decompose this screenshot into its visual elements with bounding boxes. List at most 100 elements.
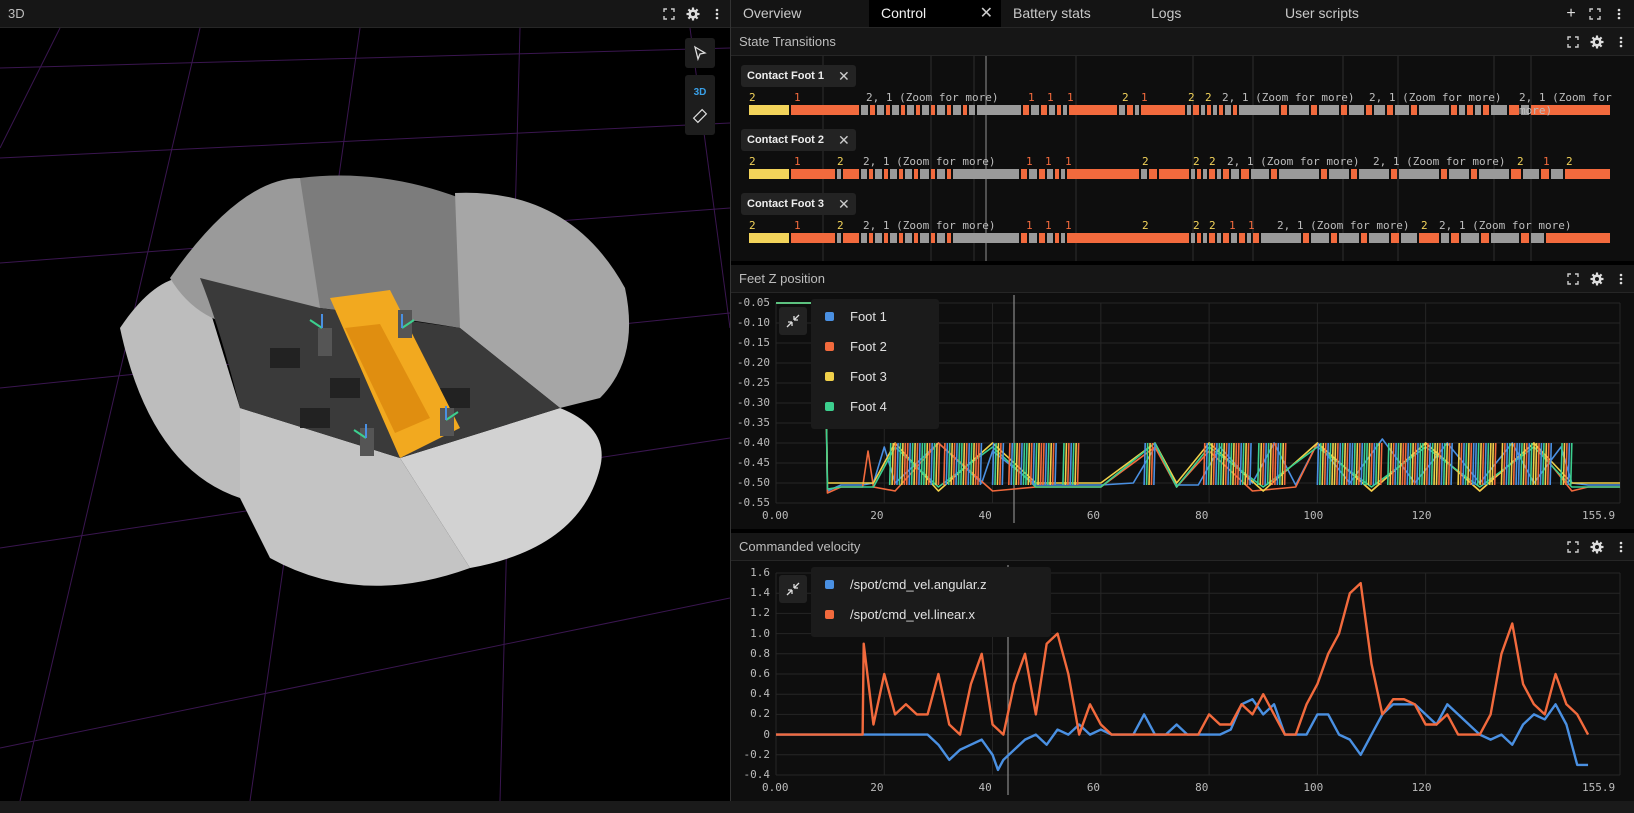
- state-segment: [1209, 169, 1215, 179]
- state-segment: [1067, 169, 1139, 179]
- series-oscillation: [1474, 442, 1478, 486]
- legend-item[interactable]: Foot 2: [825, 339, 887, 354]
- state-label: 1: [1047, 91, 1054, 104]
- state-segment: [869, 233, 873, 243]
- settings-gear-icon[interactable]: [686, 7, 700, 21]
- ruler-icon[interactable]: [692, 108, 708, 124]
- fullscreen-icon[interactable]: [1566, 35, 1580, 49]
- tab-control[interactable]: Control ✕: [869, 0, 1001, 27]
- legend-swatch: [825, 402, 834, 411]
- tab-battery-stats[interactable]: Battery stats: [1001, 0, 1131, 27]
- series-oscillation: [972, 442, 975, 486]
- state-segment: [1401, 233, 1417, 243]
- state-label: 2, 1 (Zoom for more): [863, 155, 996, 168]
- state-segment: [1479, 169, 1509, 179]
- series-oscillation: [898, 442, 902, 486]
- series-oscillation: [891, 442, 895, 486]
- series-oscillation: [1462, 442, 1465, 486]
- add-tab-icon[interactable]: +: [1564, 5, 1578, 22]
- more-menu-icon[interactable]: [1612, 7, 1626, 21]
- tab-overview[interactable]: Overview: [731, 0, 869, 27]
- legend-item[interactable]: Foot 1: [825, 309, 887, 324]
- series-oscillation: [1219, 442, 1223, 486]
- legend-item[interactable]: /spot/cmd_vel.linear.x: [825, 607, 975, 622]
- series-oscillation: [1396, 442, 1400, 486]
- series-oscillation: [991, 442, 995, 486]
- more-menu-icon[interactable]: [710, 7, 724, 21]
- fullscreen-icon[interactable]: [662, 7, 676, 21]
- close-tab-icon[interactable]: ✕: [980, 0, 993, 27]
- legend-label: Foot 1: [850, 309, 887, 324]
- settings-gear-icon[interactable]: [1590, 35, 1604, 49]
- viewport-3d[interactable]: [0, 27, 731, 802]
- select-tool-button[interactable]: [685, 38, 715, 68]
- cmd-vel-plot[interactable]: 1.6 1.4 1.2 1.0 0.8 0.6 0.4 0.2 0 -0.2 -0.4 0.00 20 4…: [731, 561, 1634, 801]
- state-segment: [1509, 105, 1519, 115]
- state-segment: [1289, 105, 1309, 115]
- series-oscillation: [1445, 442, 1449, 486]
- legend-label: Foot 4: [850, 399, 887, 414]
- state-segment: [1321, 169, 1327, 179]
- state-label: 1: [1045, 155, 1052, 168]
- state-segment: [977, 105, 1021, 115]
- state-label: 2, 1 (Zoom for more): [1227, 155, 1360, 168]
- series-oscillation: [1205, 442, 1209, 486]
- view-3d-toggle[interactable]: 3D: [685, 75, 715, 135]
- state-segment: [1209, 233, 1215, 243]
- collapse-legend-button[interactable]: [779, 307, 807, 335]
- contact-foot-chip[interactable]: Contact Foot 2 ✕: [741, 129, 856, 151]
- settings-gear-icon[interactable]: [1590, 272, 1604, 286]
- state-segment: [947, 169, 951, 179]
- state-segment: [1061, 169, 1065, 179]
- state-segment: [899, 233, 903, 243]
- state-segment: [1217, 233, 1221, 243]
- fullscreen-icon[interactable]: [1588, 7, 1602, 21]
- more-menu-icon[interactable]: [1614, 272, 1628, 286]
- panel-3d-title: 3D: [8, 6, 25, 21]
- series-oscillation: [1017, 442, 1021, 486]
- legend-item[interactable]: Foot 3: [825, 369, 887, 384]
- series-oscillation: [903, 442, 907, 486]
- state-segment: [1369, 233, 1389, 243]
- state-segment: [1331, 233, 1337, 243]
- series-oscillation: [947, 442, 951, 486]
- remove-series-icon[interactable]: ✕: [838, 132, 850, 149]
- series-oscillation: [1015, 442, 1018, 486]
- remove-series-icon[interactable]: ✕: [838, 68, 850, 85]
- state-segment: [1419, 233, 1439, 243]
- y-tick-label: 0.4: [750, 687, 770, 701]
- collapse-legend-button[interactable]: [779, 575, 807, 603]
- series-oscillation: [1331, 442, 1334, 486]
- more-menu-icon[interactable]: [1614, 540, 1628, 554]
- series-oscillation: [1224, 442, 1228, 486]
- fullscreen-icon[interactable]: [1566, 540, 1580, 554]
- series-oscillation: [1433, 442, 1436, 486]
- series-oscillation: [1148, 442, 1151, 486]
- state-segment: [1391, 233, 1399, 243]
- contact-foot-chip[interactable]: Contact Foot 3 ✕: [741, 193, 856, 215]
- settings-gear-icon[interactable]: [1590, 540, 1604, 554]
- series-oscillation: [969, 442, 973, 486]
- state-segment: [1057, 105, 1061, 115]
- legend-item[interactable]: /spot/cmd_vel.angular.z: [825, 577, 987, 592]
- state-segment: [875, 233, 882, 243]
- state-segment: [749, 233, 789, 243]
- state-segment: [1551, 169, 1563, 179]
- series-oscillation: [905, 442, 909, 486]
- state-label: 2, 1 (Zoom for more): [1439, 219, 1572, 232]
- feet-z-header: Feet Z position: [731, 265, 1634, 293]
- state-label: 1: [1065, 155, 1072, 168]
- feet-z-plot[interactable]: -0.05 -0.10 -0.15 -0.20 -0.25 -0.30 -0.35 -0.40…: [731, 293, 1634, 529]
- fullscreen-icon[interactable]: [1566, 272, 1580, 286]
- contact-foot-chip[interactable]: Contact Foot 1 ✕: [741, 65, 856, 87]
- more-menu-icon[interactable]: [1614, 35, 1628, 49]
- tab-user-scripts[interactable]: User scripts: [1261, 0, 1461, 27]
- remove-series-icon[interactable]: ✕: [838, 196, 850, 213]
- state-transitions-plot[interactable]: Contact Foot 1 ✕ 2 1 2, 1 (Zoom for more) 1 1 1…: [731, 56, 1634, 261]
- legend-item[interactable]: Foot 4: [825, 399, 887, 414]
- series-oscillation: [1367, 442, 1371, 486]
- tab-logs[interactable]: Logs: [1131, 0, 1261, 27]
- y-tick-label: -0.55: [736, 496, 770, 509]
- series-oscillation: [1264, 442, 1268, 486]
- state-segment: [1359, 169, 1389, 179]
